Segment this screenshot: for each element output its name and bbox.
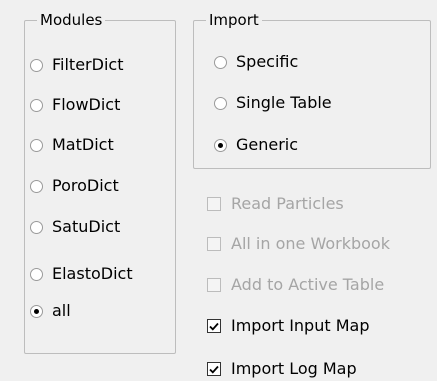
radio-button-icon[interactable]: [30, 179, 43, 193]
module-label: MatDict: [52, 135, 114, 154]
checkbox-label: Read Particles: [231, 194, 344, 213]
module-label: FlowDict: [52, 95, 121, 114]
module-option-satudict[interactable]: SatuDict: [30, 216, 120, 238]
import-label: Generic: [236, 135, 299, 154]
module-option-elastodict[interactable]: ElastoDict: [30, 263, 133, 285]
module-option-matdict[interactable]: MatDict: [30, 134, 114, 156]
module-label: all: [52, 301, 71, 320]
import-log-map-checkbox[interactable]: Import Log Map: [207, 358, 357, 380]
checkbox-checked-icon[interactable]: [207, 319, 221, 333]
radio-button-icon[interactable]: [30, 267, 43, 281]
import-option-specific[interactable]: Specific: [214, 51, 298, 73]
module-label: FilterDict: [52, 55, 124, 74]
checkbox-label: Import Input Map: [231, 316, 370, 335]
module-option-filterdict[interactable]: FilterDict: [30, 54, 123, 76]
radio-button-icon[interactable]: [30, 138, 43, 152]
radio-button-icon[interactable]: [30, 220, 43, 234]
modules-legend: Modules: [37, 11, 106, 29]
module-option-porodict[interactable]: PoroDict: [30, 175, 119, 197]
read-particles-checkbox[interactable]: Read Particles: [207, 193, 344, 215]
module-option-flowdict[interactable]: FlowDict: [30, 94, 120, 116]
add-to-active-table-checkbox[interactable]: Add to Active Table: [207, 274, 384, 296]
module-label: SatuDict: [52, 217, 121, 236]
radio-button-icon[interactable]: [214, 55, 227, 69]
module-option-all[interactable]: all: [30, 300, 71, 322]
checkbox-icon[interactable]: [207, 197, 221, 211]
import-legend: Import: [206, 11, 262, 29]
radio-button-icon[interactable]: [214, 96, 227, 110]
radio-button-icon[interactable]: [30, 58, 43, 72]
module-label: PoroDict: [52, 176, 119, 195]
checkbox-label: Import Log Map: [231, 359, 357, 378]
all-in-one-workbook-checkbox[interactable]: All in one Workbook: [207, 233, 390, 255]
checkmark-icon: [209, 322, 219, 331]
radio-button-selected-icon[interactable]: [30, 304, 43, 318]
import-input-map-checkbox[interactable]: Import Input Map: [207, 315, 369, 337]
import-option-single-table[interactable]: Single Table: [214, 92, 332, 114]
checkbox-label: All in one Workbook: [231, 234, 390, 253]
checkbox-icon[interactable]: [207, 237, 221, 251]
checkbox-label: Add to Active Table: [231, 275, 385, 294]
import-option-generic[interactable]: Generic: [214, 134, 298, 156]
checkbox-checked-icon[interactable]: [207, 362, 221, 376]
import-label: Single Table: [236, 93, 332, 112]
checkmark-icon: [209, 365, 219, 374]
radio-button-icon[interactable]: [30, 98, 43, 112]
module-label: ElastoDict: [52, 264, 133, 283]
radio-button-selected-icon[interactable]: [214, 138, 227, 152]
import-label: Specific: [236, 52, 299, 71]
checkbox-icon[interactable]: [207, 278, 221, 292]
